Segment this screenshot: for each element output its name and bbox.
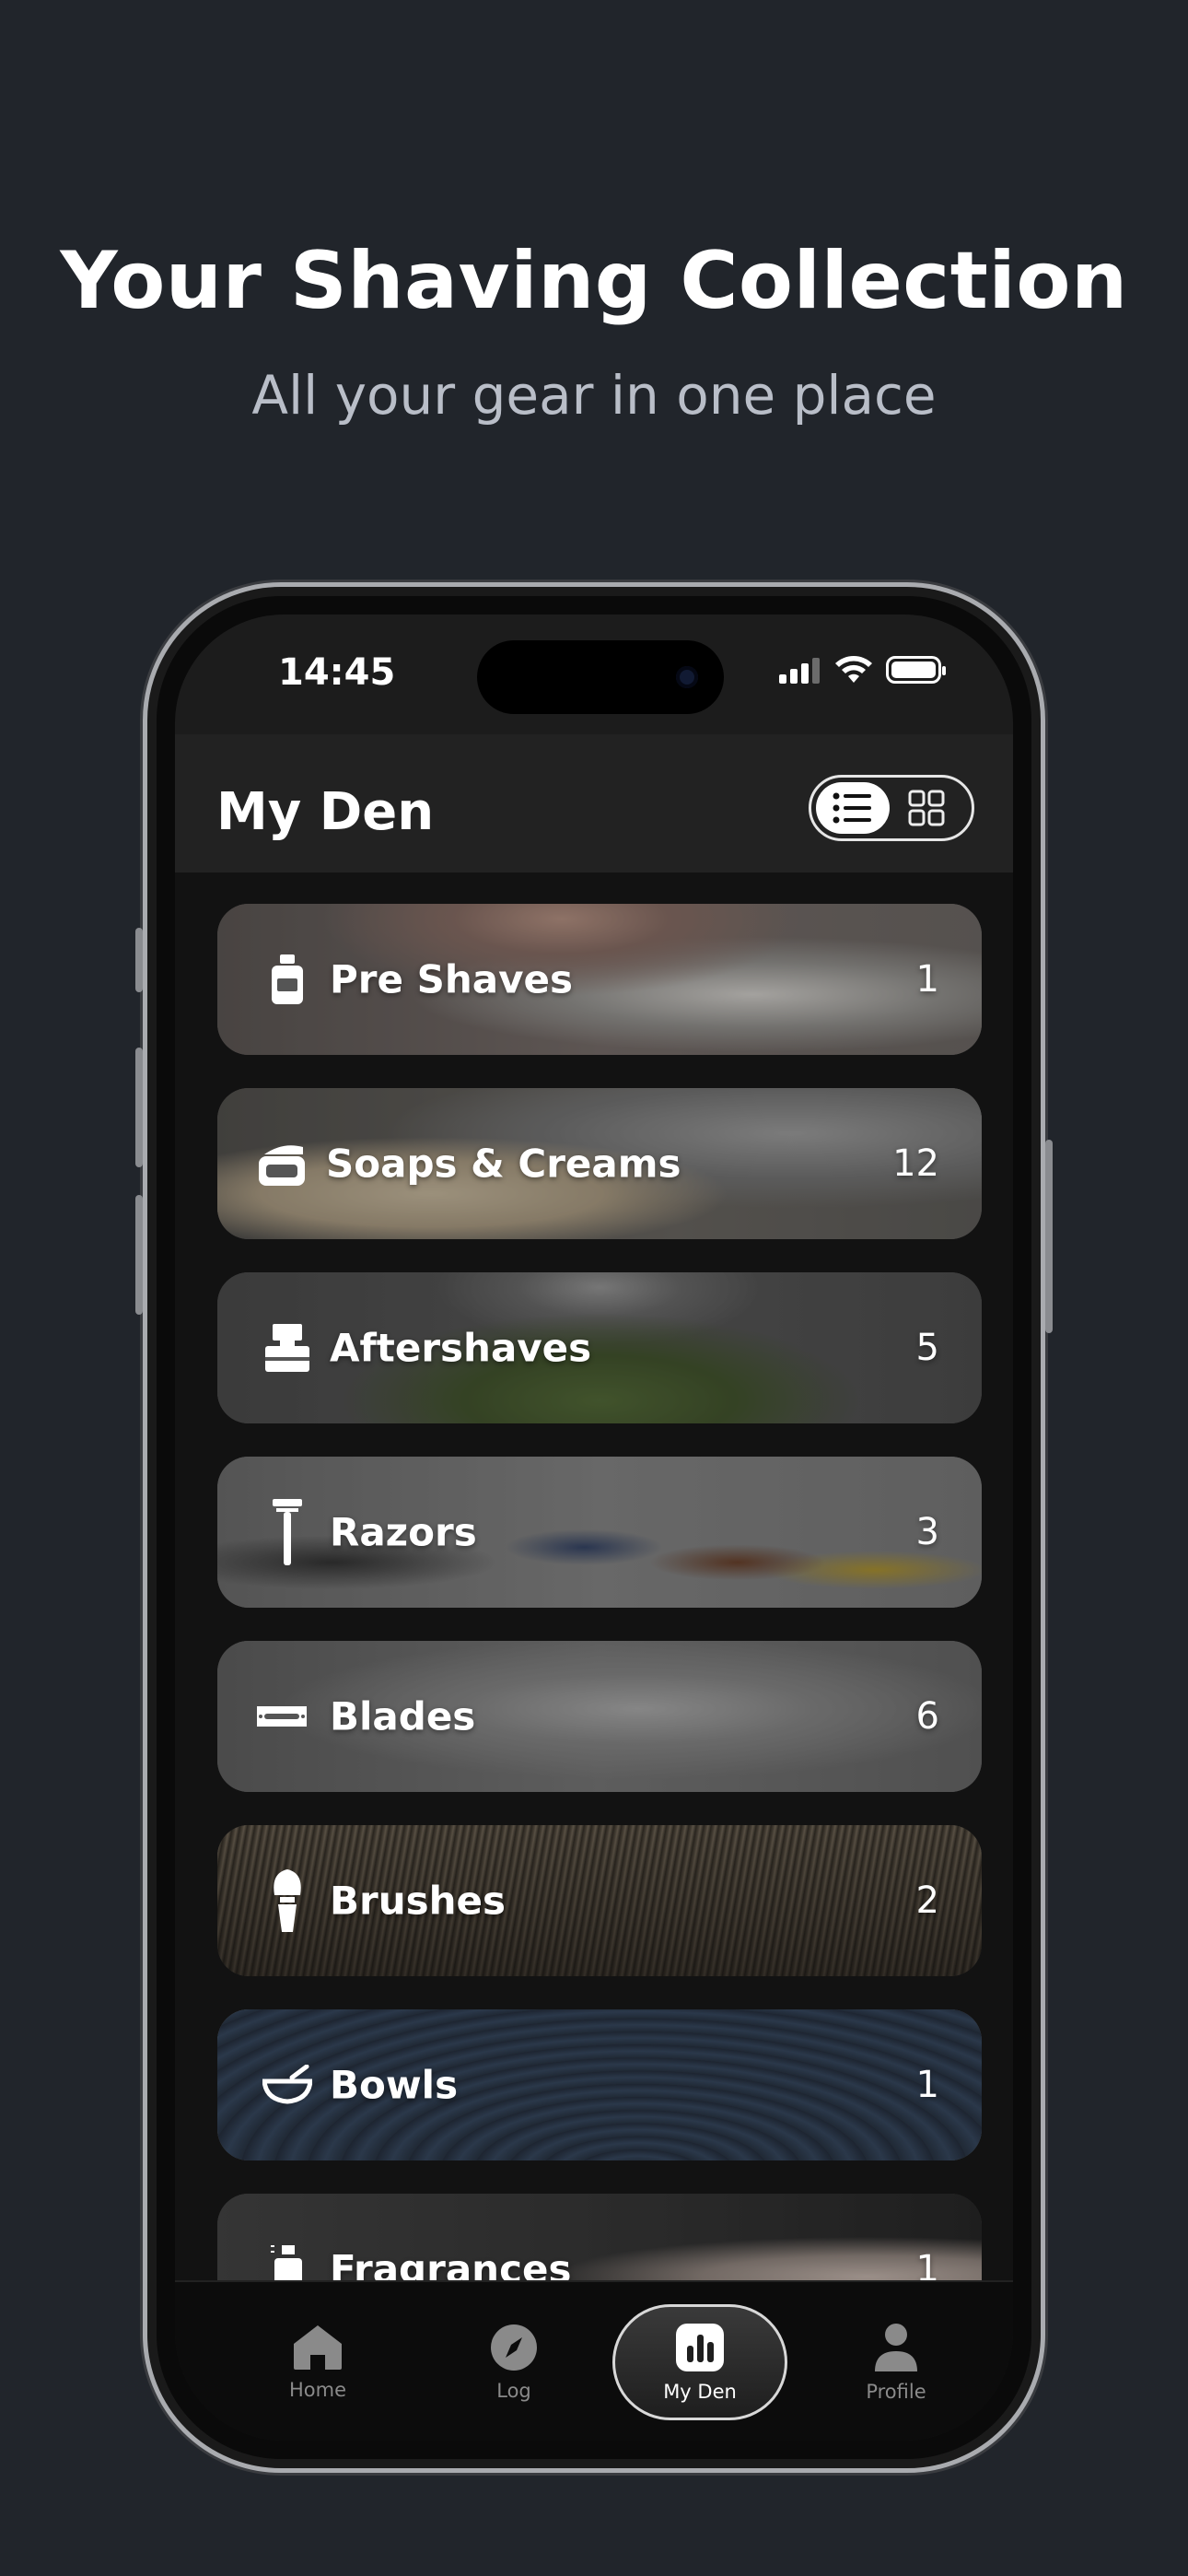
page-title: My Den [216,782,435,842]
category-count: 1 [915,2248,939,2280]
battery-icon [886,656,946,684]
bottle-icon [260,950,315,1009]
status-time: 14:45 [278,651,396,694]
phone-frame: 14:45 My Den Pre Shaves 1 Soaps & Creams… [135,582,1053,2473]
tab-label: Profile [866,2381,926,2403]
compass-icon [491,2324,537,2371]
status-icons [779,655,946,685]
category-count: 2 [915,1879,939,1922]
category-label: Brushes [330,1878,507,1924]
category-count: 6 [915,1695,939,1738]
front-camera [676,666,698,688]
soap-tub-icon [254,1134,309,1193]
category-label: Blades [330,1693,476,1739]
category-card-aftershaves[interactable]: Aftershaves 5 [217,1272,982,1423]
category-label: Fragrances [330,2246,572,2281]
category-label: Bowls [330,2062,459,2108]
app-header: My Den [175,734,1013,872]
grid-view-button[interactable] [890,782,963,834]
cellular-signal-icon [779,658,820,684]
tab-log[interactable]: Log [436,2304,592,2420]
status-bar: 14:45 [175,615,1013,734]
category-label: Soaps & Creams [326,1141,681,1187]
tab-bar: Home Log My Den Profile [175,2280,1013,2441]
power-button [1045,1140,1053,1333]
category-card-fragrances[interactable]: Fragrances 1 [217,2194,982,2280]
wifi-icon [835,656,872,683]
promo-headline: Your Shaving Collection [60,235,1128,327]
chart-icon [676,2324,724,2371]
person-icon [875,2324,917,2371]
category-count: 1 [915,2064,939,2106]
tab-label: My Den [663,2381,737,2403]
brush-icon [260,1869,315,1932]
razor-icon [260,1499,315,1565]
category-list: Pre Shaves 1 Soaps & Creams 12 Aftershav… [175,872,1013,2280]
category-label: Pre Shaves [330,956,573,1002]
tab-home[interactable]: Home [239,2304,396,2420]
list-view-icon [833,792,871,824]
dynamic-island [477,640,724,714]
category-count: 5 [915,1327,939,1369]
category-card-brushes[interactable]: Brushes 2 [217,1825,982,1976]
home-icon [294,2325,342,2370]
phone-screen: 14:45 My Den Pre Shaves 1 Soaps & Creams… [175,615,1013,2441]
volume-up-button [135,1048,143,1167]
category-label: Aftershaves [330,1325,592,1371]
category-count: 3 [915,1511,939,1553]
tab-label: Home [288,2379,346,2401]
grid-view-icon [908,790,945,826]
tab-label: Log [496,2380,531,2402]
category-card-pre-shaves[interactable]: Pre Shaves 1 [217,904,982,1055]
category-label: Razors [330,1509,477,1555]
view-toggle [809,775,974,841]
tab-profile[interactable]: Profile [818,2304,974,2420]
blade-icon [254,1687,309,1746]
bowl-icon [260,2055,315,2114]
category-count: 1 [915,958,939,1001]
tab-my-den[interactable]: My Den [612,2304,787,2420]
spray-bottle-icon [260,2240,315,2280]
category-count: 12 [892,1142,939,1185]
aftershave-bottle-icon [260,1318,315,1377]
volume-down-button [135,1195,143,1315]
category-card-blades[interactable]: Blades 6 [217,1641,982,1792]
category-card-razors[interactable]: Razors 3 [217,1457,982,1608]
promo-subline: All your gear in one place [251,364,937,427]
category-card-soaps-creams[interactable]: Soaps & Creams 12 [217,1088,982,1239]
category-card-bowls[interactable]: Bowls 1 [217,2009,982,2160]
mute-switch [135,928,143,992]
list-view-button[interactable] [816,782,890,834]
